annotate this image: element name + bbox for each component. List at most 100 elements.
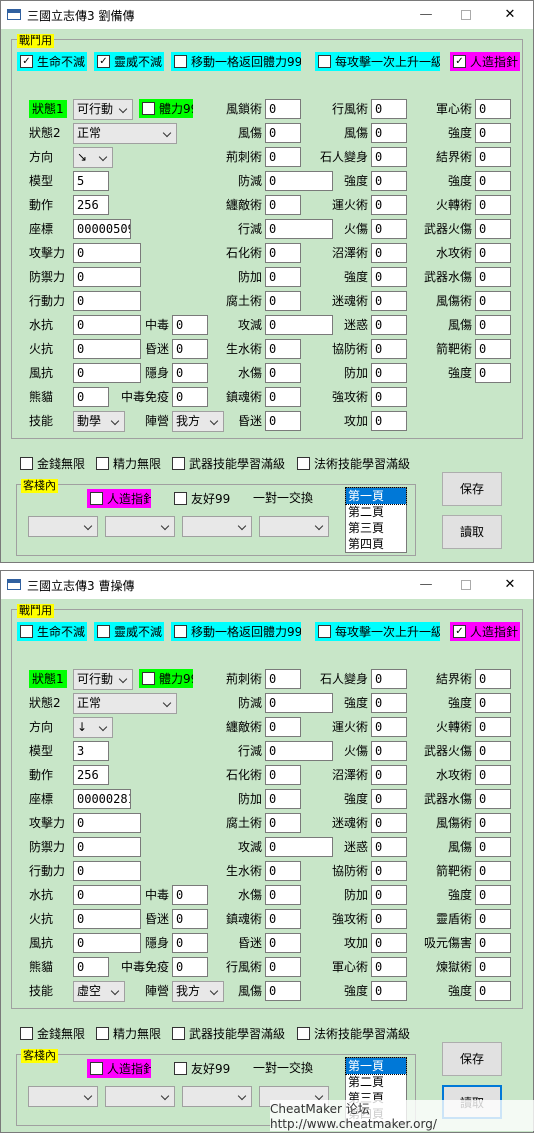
checkbox-box[interactable]	[90, 492, 103, 505]
field-input[interactable]: 0	[475, 789, 511, 809]
field-input[interactable]: 0	[475, 765, 511, 785]
field-input[interactable]: 0	[475, 933, 511, 953]
field-input[interactable]: 0	[73, 861, 141, 881]
checkbox-box[interactable]	[174, 492, 187, 505]
field-input[interactable]: 0	[475, 99, 511, 119]
maximize-button[interactable]	[451, 574, 481, 596]
field-input[interactable]: 0	[73, 243, 141, 263]
status1-select[interactable]: 可行動	[73, 669, 133, 690]
friend99-checkbox[interactable]: 友好99	[171, 1059, 235, 1078]
field-input[interactable]: 5	[73, 171, 109, 191]
top-checkbox[interactable]: 生命不減	[17, 622, 87, 641]
friend99-checkbox[interactable]: 友好99	[171, 489, 235, 508]
load-button[interactable]: 讀取	[442, 515, 502, 549]
field-input[interactable]: 0	[73, 291, 141, 311]
inn-select[interactable]	[105, 516, 175, 537]
bottom-checkbox[interactable]: 法術技能學習滿級	[294, 1024, 414, 1043]
field-input[interactable]: 256	[73, 195, 109, 215]
field-input[interactable]: 0	[475, 123, 511, 143]
page-list-item[interactable]: 第四頁	[346, 536, 406, 552]
checkbox-box[interactable]	[297, 457, 310, 470]
inn-select[interactable]	[28, 1086, 98, 1107]
bottom-checkbox[interactable]: 精力無限	[93, 1024, 163, 1043]
field-input[interactable]: 00000509	[73, 219, 131, 239]
field-input[interactable]: 0	[475, 885, 511, 905]
checkbox-box[interactable]	[174, 1062, 187, 1075]
inn-select[interactable]	[105, 1086, 175, 1107]
field-input[interactable]: 0	[475, 363, 511, 383]
checkbox-box[interactable]	[297, 1027, 310, 1040]
checkbox-box[interactable]	[142, 672, 155, 685]
field-input[interactable]: 0	[475, 339, 511, 359]
page-list-item[interactable]: 第一頁	[345, 487, 407, 505]
bottom-checkbox[interactable]: 武器技能學習滿級	[169, 454, 287, 473]
page-listbox[interactable]: 第一頁第二頁第三頁第四頁	[345, 487, 407, 553]
close-button[interactable]: ✕	[495, 4, 525, 26]
top-checkbox[interactable]: 每攻擊一次上升一級	[315, 52, 440, 71]
inn-select[interactable]	[259, 516, 329, 537]
field-input[interactable]: 0	[475, 291, 511, 311]
field-input[interactable]: 0	[475, 861, 511, 881]
field-input[interactable]: 0	[475, 717, 511, 737]
checkbox-box[interactable]	[97, 625, 110, 638]
field-input[interactable]: 0	[475, 219, 511, 239]
checkbox-box[interactable]	[318, 625, 331, 638]
page-list-item[interactable]: 第二頁	[346, 1074, 406, 1090]
status2-select[interactable]: 正常	[73, 123, 177, 144]
field-input[interactable]: 00000281	[73, 789, 131, 809]
top-checkbox[interactable]: ✓ 人造指針	[450, 52, 520, 71]
checkbox-box[interactable]	[174, 55, 187, 68]
bottom-checkbox[interactable]: 法術技能學習滿級	[294, 454, 414, 473]
field-input[interactable]: 0	[475, 981, 511, 1001]
bottom-checkbox[interactable]: 武器技能學習滿級	[169, 1024, 287, 1043]
field-input[interactable]: 0	[475, 315, 511, 335]
field-input[interactable]: 0	[475, 243, 511, 263]
checkbox-box[interactable]	[174, 625, 187, 638]
field-input[interactable]: 0	[475, 669, 511, 689]
top-checkbox[interactable]: 移動一格返回體力99	[171, 622, 301, 641]
checkbox-box[interactable]: ✓	[453, 625, 466, 638]
minimize-button[interactable]: —	[411, 4, 441, 26]
field-input[interactable]: 256	[73, 765, 109, 785]
field-input[interactable]: 0	[475, 813, 511, 833]
checkbox-box[interactable]	[20, 625, 33, 638]
maximize-button[interactable]	[451, 4, 481, 26]
field-input[interactable]: 0	[475, 909, 511, 929]
page-list-item[interactable]: 第二頁	[346, 504, 406, 520]
bottom-checkbox[interactable]: 精力無限	[93, 454, 163, 473]
checkbox-box[interactable]	[172, 457, 185, 470]
close-button[interactable]: ✕	[495, 574, 525, 596]
checkbox-box[interactable]	[142, 102, 155, 115]
field-input[interactable]: 0	[73, 387, 109, 407]
inn-select[interactable]	[182, 516, 252, 537]
top-checkbox[interactable]: ✓ 生命不減	[17, 52, 87, 71]
field-input[interactable]: 0	[475, 741, 511, 761]
bottom-checkbox[interactable]: 金錢無限	[17, 454, 87, 473]
inn-pointer-checkbox[interactable]: 人造指針	[87, 489, 151, 508]
checkbox-box[interactable]	[20, 457, 33, 470]
direction-select[interactable]: ↓	[73, 717, 113, 738]
bottom-checkbox[interactable]: 金錢無限	[17, 1024, 87, 1043]
field-input[interactable]: 0	[475, 147, 511, 167]
checkbox-box[interactable]	[96, 457, 109, 470]
status2-select[interactable]: 正常	[73, 693, 177, 714]
save-button[interactable]: 保存	[442, 1042, 502, 1076]
field-input[interactable]: 0	[475, 693, 511, 713]
top-checkbox[interactable]: ✓ 人造指針	[450, 622, 520, 641]
checkbox-box[interactable]: ✓	[97, 55, 110, 68]
checkbox-box[interactable]	[20, 1027, 33, 1040]
checkbox-box[interactable]	[318, 55, 331, 68]
save-button[interactable]: 保存	[442, 472, 502, 506]
checkbox-box[interactable]: ✓	[453, 55, 466, 68]
field-input[interactable]: 0	[73, 837, 141, 857]
skill-select[interactable]: 虛空	[73, 981, 125, 1002]
field-input[interactable]: 0	[475, 837, 511, 857]
status1-select[interactable]: 可行動	[73, 99, 133, 120]
checkbox-box[interactable]: ✓	[20, 55, 33, 68]
page-list-item[interactable]: 第三頁	[346, 520, 406, 536]
field-input[interactable]: 0	[73, 957, 109, 977]
top-checkbox[interactable]: ✓ 靈威不減	[94, 52, 164, 71]
field-input[interactable]: 0	[73, 813, 141, 833]
field-input[interactable]: 0	[371, 411, 407, 431]
checkbox-box[interactable]	[90, 1062, 103, 1075]
